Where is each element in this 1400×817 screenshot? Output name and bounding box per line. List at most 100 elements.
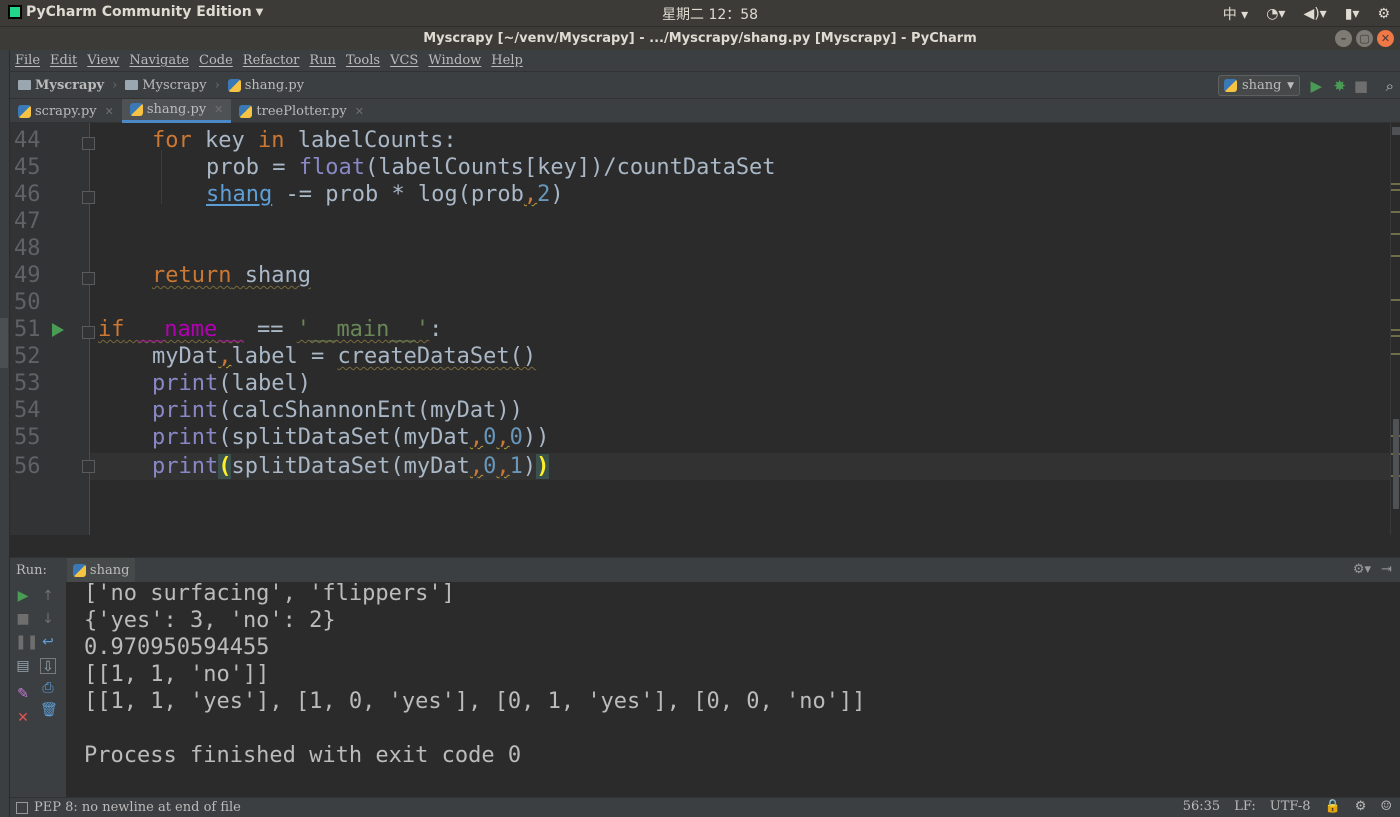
down-arrow-icon[interactable]: ↓: [40, 611, 56, 627]
print-icon[interactable]: ⎙: [40, 680, 56, 696]
event-log-icon[interactable]: ☺: [1380, 799, 1392, 814]
menu-view[interactable]: View: [87, 53, 119, 68]
warning-marker[interactable]: [1391, 329, 1400, 331]
scroll-to-end-icon[interactable]: ⇩: [40, 658, 56, 675]
battery-icon[interactable]: ▮▾: [1345, 6, 1360, 22]
menu-code[interactable]: Code: [199, 53, 233, 68]
console-line: 0.970950594455: [84, 635, 270, 660]
line-number: 47: [14, 209, 41, 234]
close-button[interactable]: ✕: [1377, 30, 1394, 47]
warning-marker[interactable]: [1391, 183, 1400, 185]
app-menu[interactable]: PyCharm Community Edition ▼: [8, 4, 263, 20]
menu-window[interactable]: Window: [428, 53, 481, 68]
tab-treeplotter-py[interactable]: treePlotter.py ✕: [231, 99, 372, 123]
wifi-icon[interactable]: ◔▾: [1266, 6, 1285, 22]
close-tab-icon[interactable]: ✕: [214, 103, 223, 116]
line-separator[interactable]: LF:: [1234, 799, 1256, 814]
breadcrumb-folder[interactable]: Myscrapy ›: [125, 78, 220, 93]
dump-threads-icon[interactable]: ▤: [15, 658, 31, 674]
tab-scrapy-py[interactable]: scrapy.py ✕: [10, 99, 122, 123]
close-tab-icon[interactable]: ✕: [355, 105, 364, 118]
close-tab-icon[interactable]: ✕: [105, 105, 114, 118]
trash-icon[interactable]: 🗑: [40, 702, 58, 718]
python-file-icon: [129, 103, 143, 116]
panel-divider[interactable]: [10, 535, 1400, 557]
warning-marker[interactable]: [1391, 353, 1400, 355]
inspection-status-icon[interactable]: [1392, 127, 1400, 135]
fold-marker-icon[interactable]: [82, 326, 95, 339]
file-encoding[interactable]: UTF-8: [1270, 799, 1311, 814]
tab-label: scrapy.py: [35, 103, 97, 119]
volume-icon[interactable]: ◀)▾: [1303, 6, 1326, 22]
editor-tab-bar: scrapy.py ✕ shang.py ✕ treePlotter.py ✕: [10, 99, 1400, 123]
message-icon[interactable]: [16, 801, 28, 814]
tab-label: shang.py: [146, 102, 207, 117]
breadcrumb-label: shang.py: [244, 77, 305, 93]
caret-position[interactable]: 56:35: [1183, 799, 1220, 814]
tab-shang-py[interactable]: shang.py ✕: [121, 99, 232, 123]
run-console[interactable]: ['no surfacing', 'flippers'] {'yes': 3, …: [66, 581, 1400, 797]
fold-marker-icon[interactable]: [82, 272, 95, 285]
fold-marker-icon[interactable]: [82, 137, 95, 150]
hide-panel-icon[interactable]: ⇥: [1381, 562, 1392, 577]
menu-run[interactable]: Run: [309, 53, 336, 68]
run-icon[interactable]: ▶: [1310, 77, 1322, 95]
close-icon[interactable]: ✕: [15, 710, 31, 726]
clock[interactable]: 星期二 12：58: [662, 4, 758, 24]
menu-vcs[interactable]: VCS: [390, 53, 418, 68]
input-method-indicator[interactable]: 中 ▾: [1223, 4, 1248, 24]
folder-icon: [125, 80, 139, 90]
code-editor[interactable]: 44 45 46 47 48 49 50 51 52 53 54 55 56 f…: [10, 123, 1390, 535]
line-number: 45: [14, 155, 41, 180]
python-file-icon: [1224, 79, 1237, 92]
run-configuration-label: shang: [1242, 78, 1282, 93]
warning-marker[interactable]: [1391, 255, 1400, 257]
minimize-button[interactable]: –: [1335, 30, 1352, 47]
python-file-icon: [227, 78, 241, 92]
debug-icon[interactable]: ✸: [1333, 77, 1346, 95]
line-number: 56: [14, 454, 41, 479]
fold-marker-icon[interactable]: [82, 460, 95, 473]
tool-strip-marker[interactable]: [0, 318, 8, 368]
menu-refactor[interactable]: Refactor: [243, 53, 300, 68]
warning-marker[interactable]: [1391, 189, 1400, 191]
run-tab-shang[interactable]: shang: [66, 557, 136, 583]
up-arrow-icon[interactable]: ↑: [40, 588, 56, 604]
stop-icon[interactable]: ■: [15, 611, 31, 627]
pin-icon[interactable]: ✎: [15, 686, 31, 702]
status-message[interactable]: PEP 8: no newline at end of file: [34, 800, 241, 815]
gear-icon[interactable]: ⚙: [1377, 6, 1390, 22]
pause-icon[interactable]: ❚❚: [15, 634, 38, 650]
line-number: 50: [14, 290, 41, 315]
breadcrumb-project[interactable]: Myscrapy ›: [18, 78, 117, 93]
menu-file[interactable]: File: [15, 53, 40, 68]
rerun-icon[interactable]: ▶: [15, 588, 31, 604]
warning-marker[interactable]: [1391, 299, 1400, 301]
tab-label: treePlotter.py: [256, 103, 347, 119]
console-line: ['no surfacing', 'flippers']: [84, 581, 455, 606]
menu-tools[interactable]: Tools: [346, 53, 380, 68]
stop-icon[interactable]: ■: [1354, 77, 1368, 95]
menu-help[interactable]: Help: [491, 53, 523, 68]
warning-marker[interactable]: [1391, 233, 1400, 235]
lock-icon[interactable]: 🔒: [1325, 799, 1341, 814]
git-icon[interactable]: ⚙: [1355, 799, 1367, 814]
run-configuration-select[interactable]: shang ▼: [1218, 75, 1300, 96]
warning-marker[interactable]: [1391, 211, 1400, 213]
editor-scrollbar[interactable]: [1393, 419, 1399, 509]
fold-marker-icon[interactable]: [82, 191, 95, 204]
menu-edit[interactable]: Edit: [50, 53, 77, 68]
python-file-icon: [72, 563, 86, 577]
maximize-button[interactable]: ▢: [1356, 30, 1373, 47]
line-number: 54: [14, 398, 41, 423]
error-stripe[interactable]: [1390, 123, 1400, 535]
settings-gear-icon[interactable]: ⚙▾: [1353, 562, 1371, 577]
warning-marker[interactable]: [1391, 335, 1400, 337]
line-number: 51: [14, 317, 41, 342]
breadcrumb-file[interactable]: shang.py: [227, 77, 305, 93]
line-number: 44: [14, 128, 41, 153]
run-gutter-icon[interactable]: [52, 323, 64, 337]
soft-wrap-icon[interactable]: ↩: [40, 634, 56, 650]
menu-navigate[interactable]: Navigate: [129, 53, 189, 68]
search-icon[interactable]: ⌕: [1386, 77, 1394, 95]
